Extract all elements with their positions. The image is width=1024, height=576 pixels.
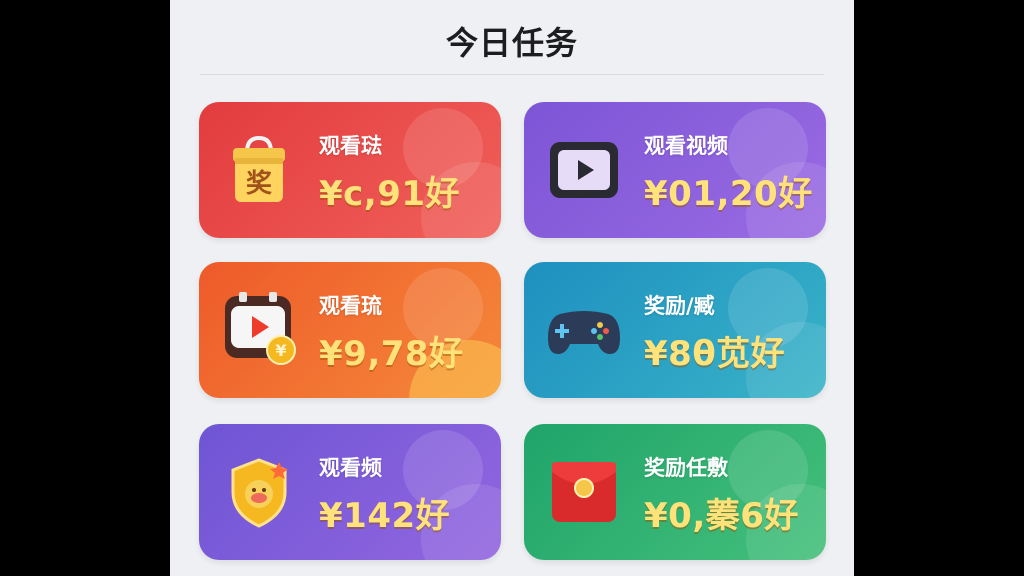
gamepad-icon (546, 292, 622, 368)
gift-bag-icon: 奖 (221, 132, 297, 208)
task-label: 观看琺 (319, 134, 382, 158)
svg-text:奖: 奖 (246, 168, 273, 199)
task-amount: ¥01,20好 (644, 174, 813, 214)
task-amount: ¥9,78好 (319, 334, 464, 374)
task-amount: ¥0,蓁6好 (644, 496, 799, 536)
task-card-3[interactable]: ¥ 观看琉 ¥9,78好 (199, 262, 501, 398)
task-card-6[interactable]: 奖励任敷 ¥0,蓁6好 (524, 424, 826, 560)
task-label: 观看视频 (644, 134, 728, 158)
video-player-icon (546, 132, 622, 208)
task-card-1[interactable]: 奖 观看琺 ¥ᴄ,91好 (199, 102, 501, 238)
task-label: 观看频 (319, 456, 382, 480)
task-card-5[interactable]: 观看频 ¥142好 (199, 424, 501, 560)
app-screen: 今日任务 奖 观看琺 ¥ᴄ,91好 观看视频 ¥01,20好 ¥ 观看琉 ¥9,… (170, 0, 854, 576)
red-envelope-icon (546, 454, 622, 530)
divider (200, 74, 824, 75)
task-label: 奖励/臧 (644, 294, 715, 318)
task-amount: ¥142好 (319, 496, 451, 536)
task-card-2[interactable]: 观看视频 ¥01,20好 (524, 102, 826, 238)
task-label: 观看琉 (319, 294, 382, 318)
video-coin-icon: ¥ (221, 292, 297, 368)
badge-icon (221, 454, 297, 530)
task-amount: ¥8θ苋好 (644, 334, 786, 374)
task-label: 奖励任敷 (644, 456, 728, 480)
task-card-4[interactable]: 奖励/臧 ¥8θ苋好 (524, 262, 826, 398)
svg-text:¥: ¥ (275, 341, 286, 360)
task-amount: ¥ᴄ,91好 (319, 174, 461, 214)
page-title: 今日任务 (445, 24, 578, 62)
